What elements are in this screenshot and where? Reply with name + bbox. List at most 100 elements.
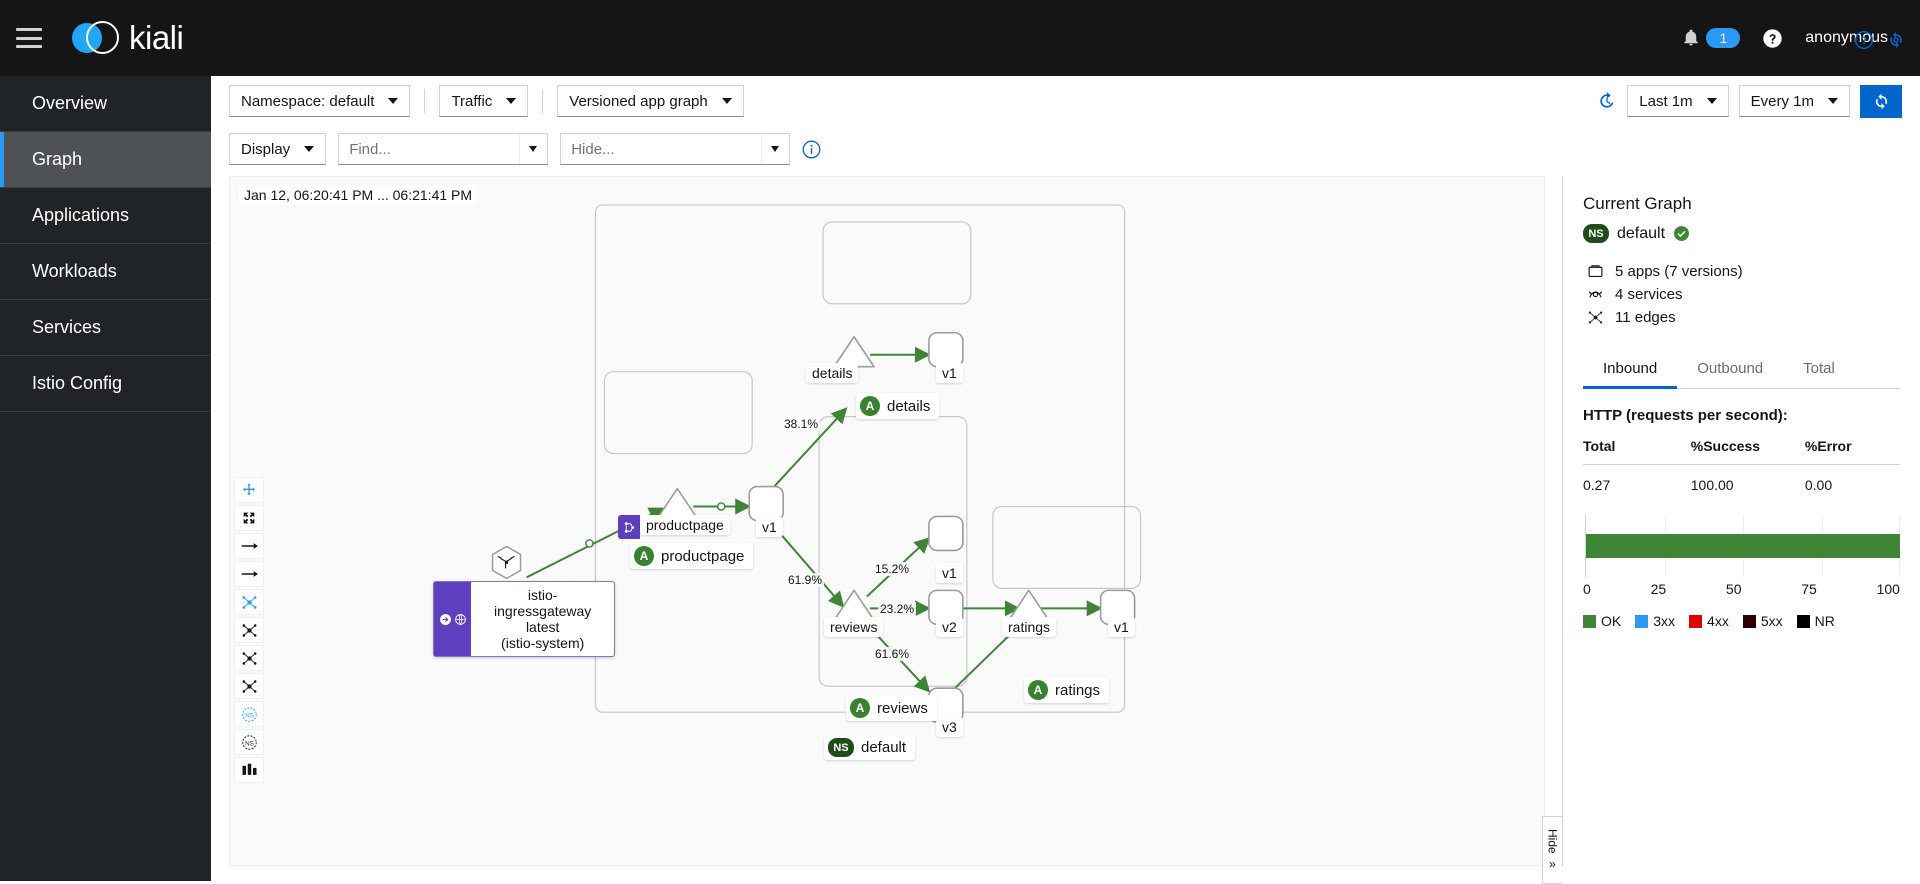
- namespace-box-badge[interactable]: NS default: [824, 735, 916, 760]
- sidebar-item-overview[interactable]: Overview: [0, 76, 211, 132]
- hide-input[interactable]: [561, 134, 762, 164]
- sidebar-item-label: Workloads: [32, 261, 117, 281]
- sidebar-item-label: Applications: [32, 205, 130, 225]
- edges-icon: [1588, 311, 1603, 324]
- group-badge-details[interactable]: A details: [856, 393, 940, 419]
- apps-icon: [1588, 265, 1603, 278]
- gateway-version: latest: [525, 619, 560, 635]
- col-error: %Error: [1804, 438, 1900, 465]
- chart-legend: OK 3xx 4xx 5xx NR: [1583, 613, 1900, 629]
- node-label-reviews-service[interactable]: reviews: [824, 617, 884, 637]
- refresh-icon: [1875, 93, 1887, 109]
- legend-swatch: [1742, 614, 1756, 628]
- graph-toolbar-primary: Namespace: default Traffic Versioned app…: [211, 76, 1920, 126]
- node-label-ratings-service[interactable]: ratings: [1002, 617, 1057, 637]
- chevron-down-icon: [721, 98, 732, 104]
- sidebar-item-graph[interactable]: Graph: [0, 132, 211, 188]
- tab-total[interactable]: Total: [1783, 350, 1855, 388]
- find-input[interactable]: [339, 134, 520, 164]
- panel-namespace-row: NS default: [1583, 224, 1900, 243]
- sidebar-item-workloads[interactable]: Workloads: [0, 244, 211, 300]
- divider: [542, 89, 544, 113]
- kiali-logo-icon: [72, 18, 119, 58]
- legend-swatch: [1583, 614, 1596, 628]
- panel-title: Current Graph: [1583, 194, 1692, 213]
- node-label-reviews-v3[interactable]: v3: [936, 717, 963, 737]
- services-icon: [1588, 291, 1603, 298]
- gateway-globe-icon: [454, 613, 466, 625]
- group-label-reviews: reviews: [877, 699, 928, 717]
- group-label-ratings: ratings: [1055, 681, 1101, 699]
- edge-label-reviews: 61.9%: [786, 573, 825, 587]
- hide-panel-toggle[interactable]: Hide »: [1542, 816, 1562, 884]
- panel-stat-text: 11 edges: [1615, 309, 1676, 326]
- hide-typeahead[interactable]: [560, 133, 791, 165]
- main-content: Namespace: default Traffic Versioned app…: [211, 31, 1920, 884]
- node-label-productpage-service[interactable]: productpage: [640, 515, 730, 535]
- graph-svg: [491, 204, 1142, 723]
- x-tick: 0: [1583, 581, 1591, 597]
- find-typeahead[interactable]: [338, 133, 549, 165]
- chevron-down-icon: [506, 98, 517, 104]
- node-label-details-service[interactable]: details: [806, 363, 859, 383]
- node-label-productpage-v1[interactable]: v1: [756, 517, 783, 537]
- tab-inbound[interactable]: Inbound: [1583, 350, 1678, 389]
- chevron-down-icon: [1706, 98, 1717, 104]
- legend-swatch: [1796, 614, 1810, 628]
- app-badge: A: [850, 698, 870, 718]
- node-label-ratings-v1[interactable]: v1: [1108, 617, 1135, 637]
- tab-outbound[interactable]: Outbound: [1677, 350, 1783, 388]
- help-circle-icon[interactable]: [1854, 30, 1874, 50]
- sidebar-item-applications[interactable]: Applications: [0, 188, 211, 244]
- edge-label-reviews-v2: 23.2%: [878, 602, 917, 616]
- namespace-selector[interactable]: Namespace: default: [229, 85, 411, 117]
- brand-name: kiali: [129, 19, 184, 56]
- legend-item-4xx[interactable]: 4xx: [1689, 613, 1729, 629]
- group-badge-productpage[interactable]: A productpage: [630, 543, 754, 569]
- hide-chevron-down-icon[interactable]: [761, 134, 787, 164]
- node-label-reviews-v2[interactable]: v2: [936, 617, 963, 637]
- history-icon[interactable]: [1597, 91, 1617, 111]
- sidebar-item-label: Istio Config: [32, 373, 123, 393]
- node-istio-ingressgateway[interactable]: istio-ingressgateway latest (istio-syste…: [433, 581, 615, 657]
- group-label-productpage: productpage: [661, 547, 745, 565]
- double-chevron-right-icon: »: [1549, 856, 1556, 871]
- legend-item-5xx[interactable]: 5xx: [1742, 613, 1783, 629]
- graph-canvas-container[interactable]: Jan 12, 06:20:41 PM ... 06:21:41 PM NS N…: [229, 176, 1545, 866]
- help-circle-icon[interactable]: [1762, 28, 1783, 49]
- app-badge: A: [860, 396, 880, 416]
- namespace-selector-value: default: [329, 92, 375, 110]
- graph-view-actions: [1854, 30, 1906, 50]
- virtual-service-icon[interactable]: [618, 515, 640, 539]
- hamburger-icon[interactable]: [16, 28, 42, 48]
- refresh-interval-selector[interactable]: Every 1m: [1738, 85, 1850, 117]
- info-circle-icon[interactable]: [802, 140, 821, 159]
- chart-plot-area: [1585, 515, 1900, 577]
- legend-item-nr[interactable]: NR: [1796, 613, 1835, 629]
- sidebar-item-services[interactable]: Services: [0, 300, 211, 356]
- cell-total: 0.27: [1583, 477, 1611, 493]
- refresh-button[interactable]: [1860, 84, 1902, 118]
- group-badge-reviews[interactable]: A reviews: [846, 695, 937, 721]
- notifications[interactable]: 1: [1682, 28, 1741, 48]
- node-label-reviews-v1[interactable]: v1: [936, 563, 963, 583]
- x-tick: 100: [1876, 581, 1900, 597]
- legend-item-ok[interactable]: OK: [1583, 613, 1621, 629]
- find-chevron-down-icon[interactable]: [519, 134, 545, 164]
- traffic-selector[interactable]: Traffic: [439, 85, 529, 117]
- graph-toolbar-secondary: Display: [211, 126, 1920, 172]
- metrics-table: Total %Success %Error 0.27 100.00 0.00: [1583, 438, 1900, 493]
- node-label-details-v1[interactable]: v1: [936, 363, 963, 383]
- arrow-circle-icon: [439, 613, 451, 625]
- reset-view-icon[interactable]: [1886, 30, 1906, 50]
- brand-logo-group: kiali: [72, 18, 184, 58]
- display-selector[interactable]: Display: [229, 133, 327, 165]
- group-badge-ratings[interactable]: A ratings: [1024, 677, 1110, 703]
- legend-swatch: [1689, 614, 1703, 628]
- legend-item-3xx[interactable]: 3xx: [1635, 613, 1675, 629]
- graph-type-selector[interactable]: Versioned app graph: [557, 85, 744, 117]
- display-selector-label: Display: [241, 140, 291, 158]
- sidebar: Overview Graph Applications Workloads Se…: [0, 76, 211, 881]
- time-range-selector[interactable]: Last 1m: [1627, 85, 1729, 117]
- sidebar-item-istio-config[interactable]: Istio Config: [0, 356, 211, 412]
